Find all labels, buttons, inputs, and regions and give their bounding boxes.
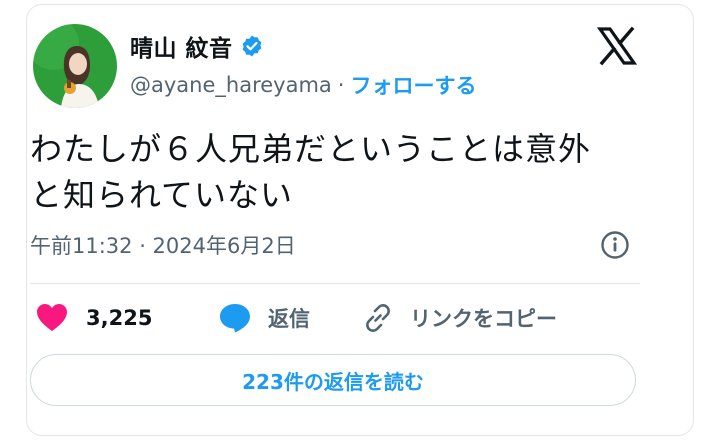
reply-label: 返信 (268, 307, 310, 331)
author-handle-row: @ayane_hareyama · フォローする (130, 70, 476, 100)
tweet-timestamp[interactable]: 午前11:32 · 2024年6月2日 (30, 228, 296, 262)
info-icon[interactable] (600, 230, 630, 260)
avatar-image (33, 24, 117, 108)
read-replies-button[interactable]: 223件の返信を読む (30, 354, 636, 406)
tweet-text-line: と知られていない (30, 176, 294, 214)
reply-button[interactable]: 返信 (218, 298, 310, 338)
reply-bubble-icon (220, 304, 250, 333)
follow-button[interactable]: フォローする (350, 70, 476, 100)
author-name-row: 晴山 紋音 (130, 30, 264, 62)
heart-icon (37, 304, 67, 331)
like-count: 3,225 (86, 306, 153, 330)
link-icon (366, 304, 390, 332)
tweet-text: わたしが６人兄弟だということは意外 と知られていない (30, 126, 650, 218)
verified-badge-icon (242, 35, 261, 57)
tweet-text-line: わたしが６人兄弟だということは意外 (30, 130, 592, 168)
divider (30, 283, 640, 284)
handle-separator: · (337, 73, 345, 97)
copy-link-label: リンクをコピー (410, 307, 557, 331)
display-name[interactable]: 晴山 紋音 (130, 29, 233, 63)
author-handle[interactable]: @ayane_hareyama (130, 73, 332, 97)
x-logo-icon[interactable] (597, 26, 637, 66)
like-button[interactable]: 3,225 (36, 298, 152, 338)
avatar[interactable] (33, 24, 117, 108)
copy-link-button[interactable]: リンクをコピー (362, 298, 557, 338)
